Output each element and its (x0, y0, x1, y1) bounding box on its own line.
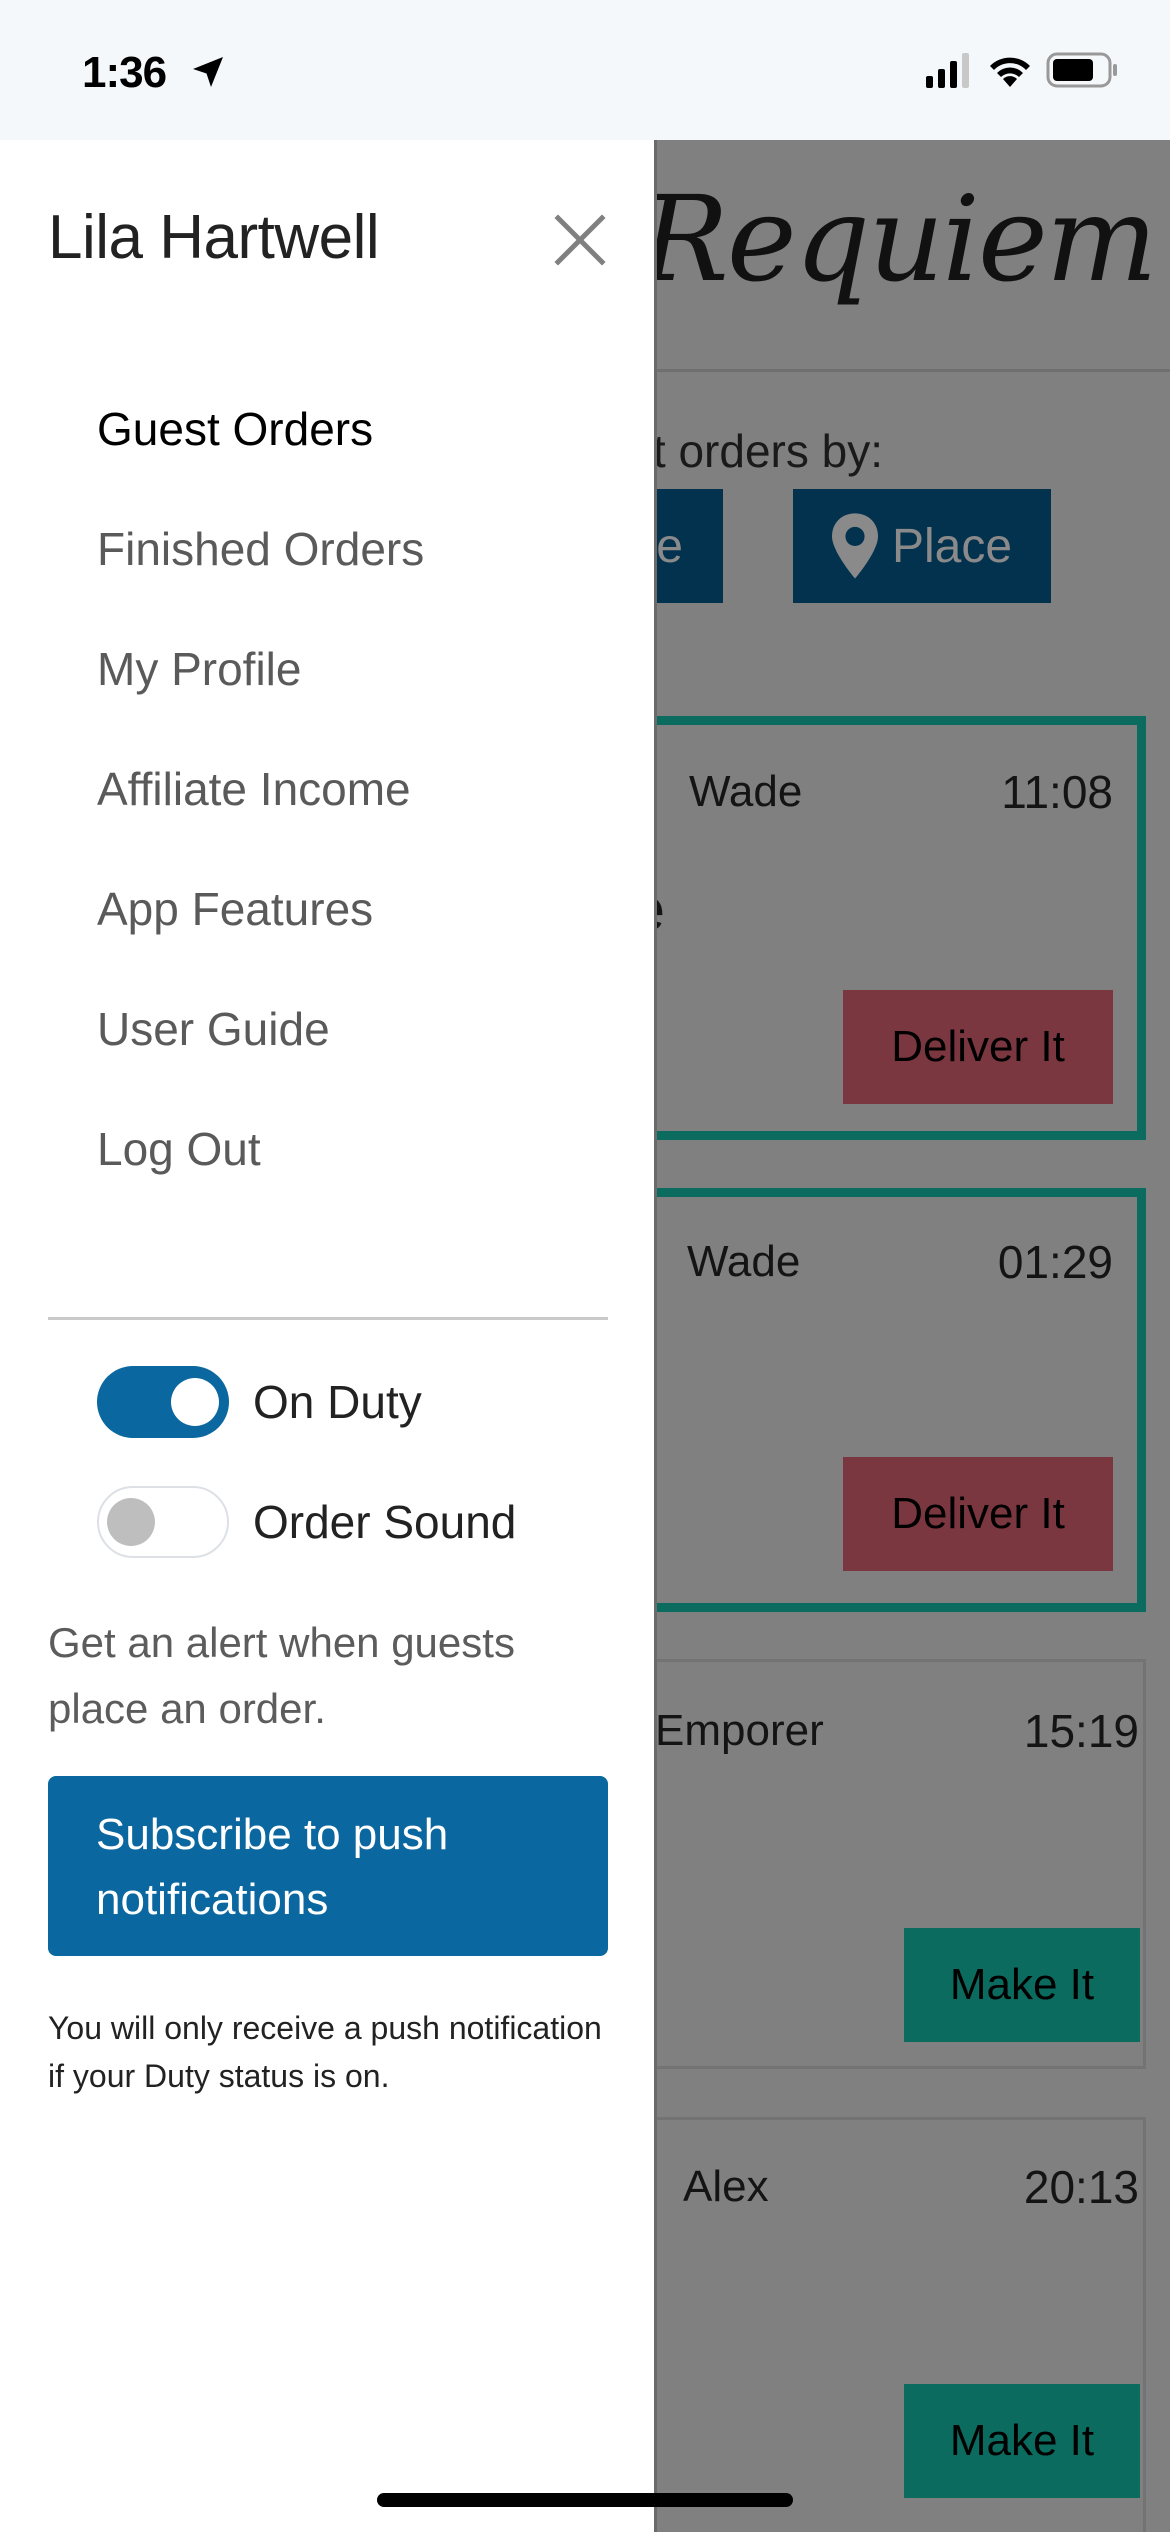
drawer-user-name: Lila Hartwell (48, 203, 380, 272)
order-guest-name: Alex (683, 2162, 769, 2211)
order-time: 01:29 (997, 1236, 1113, 1288)
sort-button-label: e (656, 519, 683, 573)
order-time: 15:19 (1023, 1705, 1139, 1757)
toggle-knob (171, 1378, 219, 1426)
status-time: 1:36 (82, 48, 167, 97)
alert-hint-text: Get an alert when guests place an order. (48, 1619, 515, 1732)
menu-item-log-out[interactable]: Log Out (97, 1126, 424, 1270)
make-it-button[interactable]: Make It (904, 2384, 1140, 2498)
sort-button-label: Place (891, 519, 1013, 573)
order-time: 11:08 (1001, 766, 1113, 818)
wifi-icon (990, 57, 1030, 87)
navigation-drawer: Lila Hartwell Guest Orders Finished Orde… (0, 140, 657, 2532)
toggle-knob (107, 1498, 155, 1546)
order-sound-toggle[interactable] (97, 1486, 229, 1558)
battery-icon (1046, 52, 1117, 88)
map-pin-icon (831, 513, 878, 579)
make-it-button[interactable]: Make It (904, 1928, 1140, 2042)
subscribe-push-button[interactable]: Subscribe to push notifications (48, 1776, 608, 1956)
status-bar: 1:36 (0, 0, 1170, 140)
on-duty-label: On Duty (253, 1376, 422, 1428)
order-guest-name: l Emporer (633, 1706, 824, 1755)
sort-by-place-button[interactable]: Place (793, 489, 1051, 603)
order-guest-name: Wade (689, 767, 803, 816)
deliver-it-button[interactable]: Deliver It (843, 990, 1113, 1104)
deliver-it-button[interactable]: Deliver It (843, 1457, 1113, 1571)
on-duty-toggle[interactable] (97, 1366, 229, 1438)
order-time: 20:13 (1023, 2161, 1139, 2213)
order-sound-label: Order Sound (253, 1496, 517, 1548)
drawer-menu: Guest Orders Finished Orders My Profile … (97, 406, 424, 1270)
app-logo: Requiem (640, 170, 1158, 308)
location-arrow-icon (193, 57, 223, 87)
status-indicators (924, 52, 1118, 88)
order-guest-name: Wade (687, 1237, 801, 1286)
cellular-signal-icon (926, 53, 969, 88)
order-sound-row: Order Sound (97, 1486, 516, 1558)
on-duty-row: On Duty (97, 1366, 422, 1438)
push-note-text: You will only receive a push notificatio… (48, 2010, 602, 2094)
drawer-divider (48, 1317, 608, 1320)
close-icon[interactable] (550, 210, 610, 270)
home-indicator[interactable] (377, 2493, 793, 2507)
